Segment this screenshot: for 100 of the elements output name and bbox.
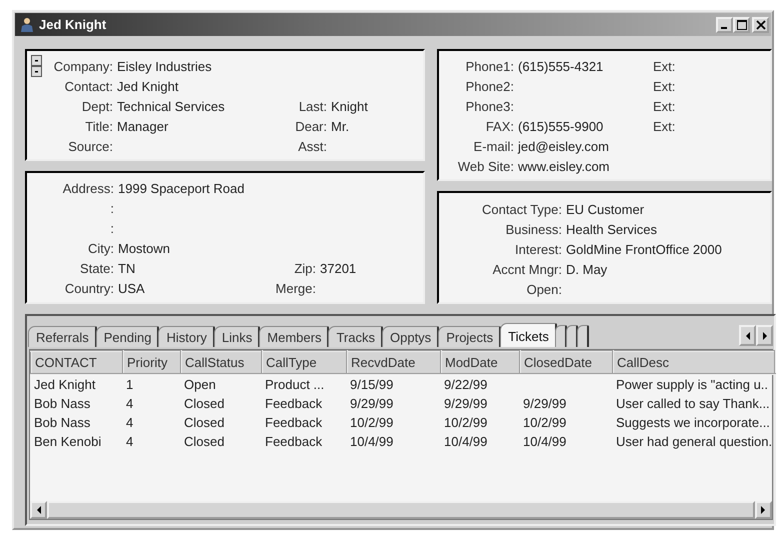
- table-cell: Product ...: [262, 374, 347, 394]
- tab[interactable]: Projects: [438, 326, 502, 347]
- column-header[interactable]: CallStatus: [181, 351, 262, 374]
- scrollbar-thumb[interactable]: [47, 501, 755, 519]
- table-cell-text: 4: [125, 395, 134, 413]
- field-label: Ext:: [653, 118, 676, 134]
- field-label: State:: [79, 260, 114, 276]
- field-label: Contact:: [64, 78, 113, 94]
- field-label: Title:: [84, 118, 113, 134]
- table-cell-text: Suggests we incorporate...: [615, 414, 771, 432]
- field-value: 1999 Spaceport Road: [117, 180, 246, 196]
- tab-scroll-left-button[interactable]: [739, 325, 756, 346]
- field-value: EU Customer: [565, 202, 646, 216]
- tab[interactable]: Tickets: [500, 323, 557, 347]
- scroll-right-button[interactable]: [755, 501, 772, 519]
- field-label: Accnt Mngr:: [492, 262, 562, 276]
- table-cell-text: 10/4/99: [443, 433, 488, 451]
- table-cell-text: Closed: [183, 395, 226, 413]
- table-cell-text: Bob Nass: [33, 414, 92, 432]
- field-label: Address:: [62, 180, 114, 196]
- tab[interactable]: Tracks: [328, 326, 383, 347]
- column-header[interactable]: CallType: [262, 351, 347, 374]
- minimize-button[interactable]: [716, 16, 733, 32]
- field-label: Ext:: [653, 78, 676, 94]
- field-label: Dept:: [80, 98, 113, 114]
- table-cell: 9/22/99: [441, 374, 520, 394]
- scroll-left-button[interactable]: [30, 501, 47, 519]
- tab[interactable]: Members: [259, 326, 330, 347]
- left-arrow-icon: [744, 332, 750, 340]
- field-value: USA: [117, 280, 146, 296]
- maximize-button[interactable]: [733, 16, 750, 32]
- table-cell-text: User called to say Thank...: [615, 395, 771, 413]
- table-cell-text: 4: [125, 433, 134, 451]
- right-arrow-icon: [761, 506, 766, 514]
- field-label: Company:: [52, 58, 113, 74]
- field-label: Country:: [64, 280, 114, 296]
- table-cell-text: 9/29/99: [443, 395, 488, 413]
- field-value: Technical Services: [116, 98, 226, 114]
- field-label: Zip:: [293, 260, 316, 276]
- field-label: Phone2:: [464, 78, 514, 94]
- tab[interactable]: History: [158, 326, 215, 347]
- field-label: FAX:: [484, 118, 514, 134]
- field-value: TN: [117, 260, 136, 276]
- minimize-icon: [720, 26, 726, 28]
- field-value: Knight: [330, 98, 368, 114]
- table-cell-text: 10/2/99: [522, 414, 568, 432]
- field-label: Interest:: [514, 242, 562, 256]
- field-label: Asst:: [297, 138, 327, 154]
- table-cell: Power supply is "acting u..: [613, 374, 775, 394]
- table-cell-text: Ben Kenobi: [33, 433, 102, 451]
- maximize-icon: [736, 20, 746, 30]
- field-label: E-mail:: [472, 138, 514, 154]
- person-icon: [19, 16, 35, 32]
- field-label: Phone1:: [464, 58, 514, 74]
- field-label: Dear:: [294, 118, 327, 134]
- column-header[interactable]: Priority: [123, 351, 181, 374]
- table-cell-text: Feedback: [264, 395, 324, 413]
- field-label: Contact Type:: [481, 202, 562, 216]
- field-value: D. May: [565, 262, 608, 276]
- right-arrow-icon: [762, 332, 768, 340]
- field-value: (615)555-9900: [517, 118, 604, 134]
- table-cell: 9/15/99: [347, 374, 441, 394]
- field-value: Health Services: [565, 222, 658, 236]
- table-cell-text: Bob Nass: [33, 395, 92, 413]
- left-arrow-icon: [36, 506, 41, 514]
- field-value: Manager: [116, 118, 170, 134]
- field-label: Last:: [298, 98, 327, 114]
- column-header[interactable]: CallDesc: [613, 351, 775, 374]
- table-cell-text: 10/2/99: [443, 414, 488, 432]
- tab[interactable]: Pending: [96, 326, 160, 347]
- close-icon: [756, 20, 766, 30]
- field-label: Business:: [504, 222, 562, 236]
- window-title: Jed Knight: [39, 17, 106, 32]
- field-value: Jed Knight: [116, 78, 180, 94]
- tab[interactable]: Opptys: [382, 326, 440, 347]
- field-label: Ext:: [653, 58, 676, 74]
- field-value: Mr.: [330, 118, 350, 134]
- table-cell-text: 10/2/99: [349, 414, 394, 432]
- tab-stubs-drawing: [556, 326, 589, 347]
- column-header[interactable]: CONTACT: [31, 351, 123, 374]
- table-cell-text: Closed: [183, 433, 226, 451]
- tab[interactable]: Links: [214, 326, 260, 347]
- field-label: :: [109, 200, 114, 216]
- column-header[interactable]: RecvdDate: [347, 351, 441, 374]
- table-cell-text: 9/29/99: [522, 395, 568, 413]
- close-button[interactable]: [752, 16, 769, 32]
- tab-scroll-right-button[interactable]: [756, 325, 773, 346]
- column-header[interactable]: ClosedDate: [520, 351, 613, 374]
- field-value: 37201: [319, 260, 356, 276]
- table-cell-text: Feedback: [264, 414, 324, 432]
- tab[interactable]: Referrals: [28, 326, 97, 347]
- table-cell-text: 9/29/99: [349, 395, 394, 413]
- spin-buttons-icon[interactable]: [31, 55, 42, 77]
- field-value: GoldMine FrontOffice 2000: [565, 242, 723, 256]
- field-label: City:: [87, 240, 114, 256]
- table-cell-text: Closed: [183, 414, 226, 432]
- table-cell-text: 4: [125, 414, 134, 432]
- table-cell: Jed Knight: [31, 374, 123, 394]
- column-header[interactable]: ModDate: [441, 351, 520, 374]
- field-label: Phone3:: [464, 98, 514, 114]
